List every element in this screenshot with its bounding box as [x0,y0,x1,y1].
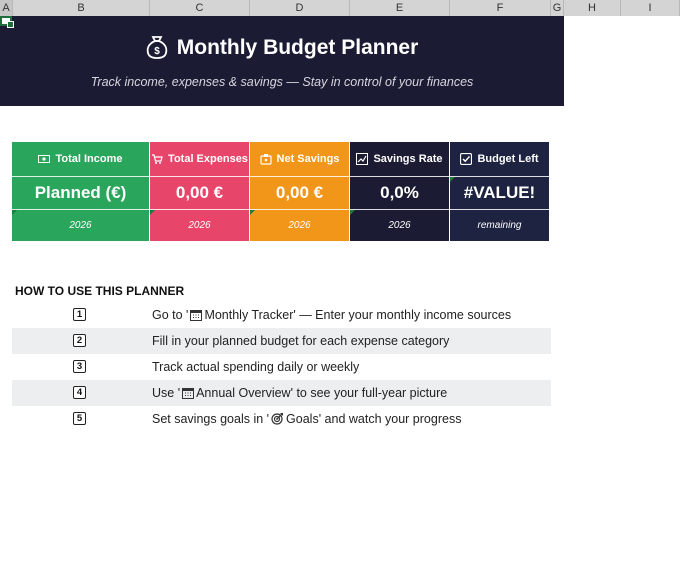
column-header-d[interactable]: D [250,0,350,16]
comment-indicator [350,210,355,215]
step-number: 3 [73,360,86,373]
kpi-footer: 2026 [388,220,411,231]
fill-handle[interactable] [7,21,14,28]
active-cell-selection[interactable] [0,16,14,28]
kpi-label: Total Income [55,153,123,165]
column-header-g[interactable]: G [551,0,564,16]
kpi-label: Savings Rate [373,153,443,165]
step-number: 1 [73,308,86,321]
piggy-icon [259,154,272,165]
step-number: 4 [73,386,86,399]
money-bag-icon: $ [146,35,168,65]
column-header-i[interactable]: I [621,0,680,16]
calendar-icon [182,388,195,399]
howto-step-3[interactable]: 3 Track actual spending daily or weekly [12,354,551,380]
kpi-footer[interactable]: remaining [450,209,550,241]
page-title: Monthly Budget Planner [176,36,419,59]
kpi-label: Budget Left [477,153,539,165]
howto-step-5[interactable]: 5 Set savings goals in ' Goals' and watch… [12,406,551,432]
column-header-a[interactable]: A [0,0,13,16]
kpi-value[interactable]: #VALUE! [450,176,550,209]
step-text-sheet: Goals' and watch your progress [286,412,462,426]
step-text-sheet: Annual Overview' to see your full-year p… [196,386,448,400]
money-icon [38,155,51,163]
kpi-value[interactable]: 0,0% [350,176,450,209]
kpi-label: Total Expenses [168,153,248,165]
howto-step-1[interactable]: 1 Go to ' Monthly Tracker' — Enter your m… [12,302,551,328]
target-icon [271,413,284,425]
column-header-bar: A B C D E F G H I [0,0,680,16]
column-header-h[interactable]: H [564,0,621,16]
error-indicator [450,177,455,182]
checkbox-icon [460,153,473,165]
column-header-f[interactable]: F [450,0,551,16]
shopping-icon [152,154,163,164]
step-number: 2 [73,334,86,347]
step-number: 5 [73,412,86,425]
kpi-value[interactable]: Planned (€) [12,176,150,209]
kpi-value[interactable]: 0,00 € [150,176,250,209]
step-text: Use ' [152,386,181,400]
kpi-value[interactable]: 0,00 € [250,176,350,209]
title-banner: $ Monthly Budget Planner Track income, e… [0,16,564,106]
howto-heading: HOW TO USE THIS PLANNER [15,284,185,298]
svg-text:$: $ [154,46,160,57]
step-text: Go to ' [152,308,189,322]
step-text: Track actual spending daily or weekly [152,360,360,374]
comment-indicator [250,210,255,215]
step-text: Fill in your planned budget for each exp… [152,334,450,348]
howto-step-2[interactable]: 2 Fill in your planned budget for each e… [12,328,551,354]
howto-step-4[interactable]: 4 Use ' Annual Overview' to see your full… [12,380,551,406]
calendar-icon [190,310,203,321]
kpi-footer: 2026 [288,220,311,231]
step-text: Set savings goals in ' [152,412,270,426]
step-text-sheet: Monthly Tracker' — Enter your monthly in… [204,308,512,322]
chart-icon [356,153,369,165]
comment-indicator [12,210,17,215]
column-header-c[interactable]: C [150,0,250,16]
kpi-footer: 2026 [188,220,211,231]
kpi-label: Net Savings [276,153,340,165]
column-header-b[interactable]: B [13,0,150,16]
kpi-footer: 2026 [69,220,92,231]
column-header-e[interactable]: E [350,0,450,16]
page-subtitle: Track income, expenses & savings — Stay … [90,75,474,89]
comment-indicator [150,210,155,215]
